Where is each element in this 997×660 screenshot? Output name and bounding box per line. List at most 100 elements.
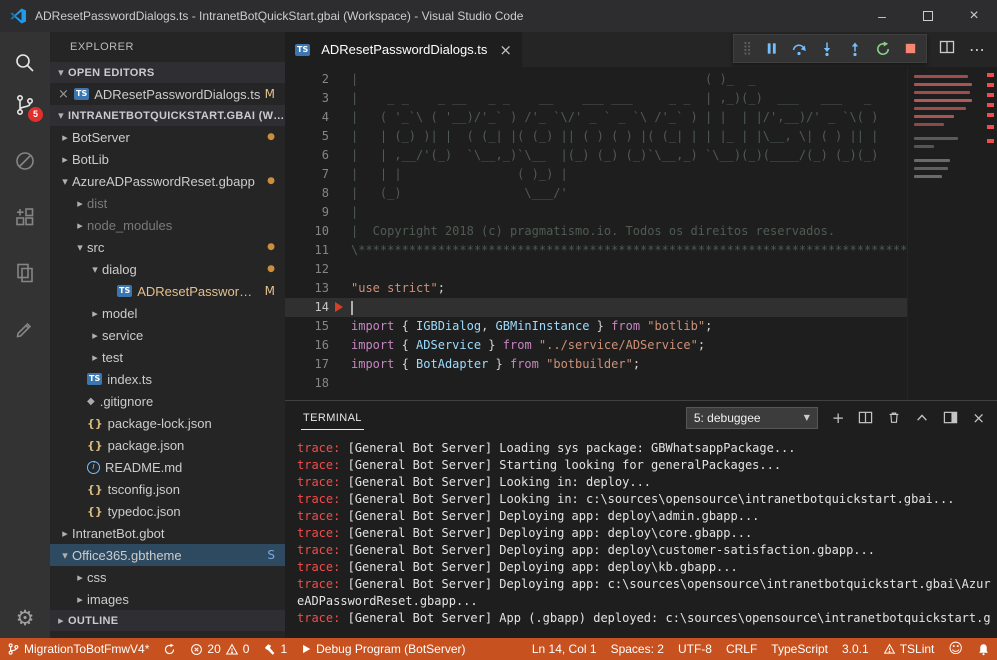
editor-line-7[interactable]: 7| | | ( )_) | | bbox=[285, 165, 997, 184]
stop-button[interactable] bbox=[903, 41, 918, 56]
debug-config-status[interactable]: Debug Program (BotServer) bbox=[294, 638, 472, 660]
new-terminal-button[interactable]: + bbox=[832, 409, 845, 427]
editor-line-18[interactable]: 18 bbox=[285, 374, 997, 393]
tree-item-botlib[interactable]: ▸BotLib bbox=[50, 148, 285, 170]
tree-item-typedoc-json[interactable]: {}typedoc.json bbox=[50, 500, 285, 522]
editor-line-6[interactable]: 6| | ,__/'(_) `\__,_)`\__ |(_) (_) (_)`\… bbox=[285, 146, 997, 165]
step-out-button[interactable] bbox=[847, 41, 863, 57]
tree-item-dist[interactable]: ▸dist bbox=[50, 192, 285, 214]
open-editors-header[interactable]: ▾ OPEN EDITORS bbox=[50, 62, 285, 83]
editor-line-15[interactable]: 15import { IGBDialog, GBMinInstance } fr… bbox=[285, 317, 997, 336]
tab-close-icon[interactable]: × bbox=[499, 41, 512, 59]
split-editor-button[interactable] bbox=[939, 39, 955, 60]
line-number: 6 bbox=[285, 146, 329, 165]
open-editor-item[interactable]: × TS ADResetPasswordDialogs.ts M bbox=[50, 83, 285, 105]
tree-item-src[interactable]: ▾src● bbox=[50, 236, 285, 258]
tslint-status[interactable]: TSLint bbox=[876, 638, 942, 660]
sync-button[interactable] bbox=[156, 638, 183, 660]
edit-icon[interactable] bbox=[1, 308, 49, 350]
tree-item-package-lock-json[interactable]: {}package-lock.json bbox=[50, 412, 285, 434]
settings-gear-icon[interactable]: ⚙ bbox=[16, 606, 35, 630]
eol-status[interactable]: CRLF bbox=[719, 638, 764, 660]
indentation-status[interactable]: Spaces: 2 bbox=[604, 638, 671, 660]
git-branch-status[interactable]: MigrationToBotFmwV4* bbox=[0, 638, 156, 660]
editor-line-10[interactable]: 10| Copyright 2018 (c) pragmatismo.io. T… bbox=[285, 222, 997, 241]
overview-ruler bbox=[975, 67, 997, 400]
editor-line-11[interactable]: 11\*************************************… bbox=[285, 241, 997, 260]
readme-info-icon: i bbox=[87, 461, 100, 474]
workspace-root-header[interactable]: ▾ INTRANETBOTQUICKSTART.GBAI (WORKSPACE) bbox=[50, 105, 285, 126]
editor-line-5[interactable]: 5| | (_) )| | ( (_| |( (_) || ( ) ( ) |(… bbox=[285, 127, 997, 146]
code-editor[interactable]: 2| ( )_ _ |3| _ _ _ __ _ _ __ ___ ___ _ … bbox=[285, 67, 997, 400]
version-status[interactable]: 3.0.1 bbox=[835, 638, 876, 660]
tree-item-botserver[interactable]: ▸BotServer● bbox=[50, 126, 285, 148]
file-label: BotServer bbox=[72, 130, 261, 145]
log-message: [General Bot Server] Looking in: c:\sour… bbox=[340, 492, 954, 506]
encoding-status[interactable]: UTF-8 bbox=[671, 638, 719, 660]
drag-handle[interactable]: ⣿ bbox=[742, 41, 752, 56]
minimize-button[interactable]: – bbox=[859, 0, 905, 32]
tree-item-azureadpasswordreset-gbapp[interactable]: ▾AzureADPasswordReset.gbapp● bbox=[50, 170, 285, 192]
tree-item-model[interactable]: ▸model bbox=[50, 302, 285, 324]
close-panel-button[interactable]: × bbox=[972, 409, 985, 427]
chevron-down-icon: ▾ bbox=[54, 66, 68, 79]
tab-terminal[interactable]: TERMINAL bbox=[301, 406, 364, 430]
editor-line-2[interactable]: 2| ( )_ _ | bbox=[285, 70, 997, 89]
files-icon[interactable] bbox=[1, 252, 49, 294]
tree-item-test[interactable]: ▸test bbox=[50, 346, 285, 368]
restart-button[interactable] bbox=[875, 41, 891, 57]
tree-item-office365-gbtheme[interactable]: ▾Office365.gbthemeS bbox=[50, 544, 285, 566]
editor-line-13[interactable]: 13"use strict"; bbox=[285, 279, 997, 298]
tree-item-readme-md[interactable]: iREADME.md bbox=[50, 456, 285, 478]
tree-item-service[interactable]: ▸service bbox=[50, 324, 285, 346]
notifications-bell-button[interactable] bbox=[970, 638, 997, 660]
problems-status[interactable]: 20 0 bbox=[183, 638, 256, 660]
more-actions-button[interactable]: ⋯ bbox=[969, 40, 985, 59]
tab-adresetpassworddialogs[interactable]: TS ADResetPasswordDialogs.ts × bbox=[285, 32, 522, 67]
tree-item-index-ts[interactable]: TSindex.ts bbox=[50, 368, 285, 390]
tree-item-dialog[interactable]: ▾dialog● bbox=[50, 258, 285, 280]
step-into-button[interactable] bbox=[819, 41, 835, 57]
debug-icon[interactable] bbox=[1, 140, 49, 182]
outline-header[interactable]: ▸ OUTLINE bbox=[50, 610, 285, 631]
editor-line-12[interactable]: 12 bbox=[285, 260, 997, 279]
pause-button[interactable] bbox=[764, 41, 779, 56]
editor-line-17[interactable]: 17import { BotAdapter } from "botbuilder… bbox=[285, 355, 997, 374]
tree-item-adresetpassworddialogs-ts[interactable]: TSADResetPasswordDialogs.tsM bbox=[50, 280, 285, 302]
kill-terminal-button[interactable] bbox=[887, 410, 901, 425]
language-status[interactable]: TypeScript bbox=[764, 638, 835, 660]
feedback-smiley-button[interactable]: ☺ bbox=[941, 638, 970, 660]
terminal-output[interactable]: trace: [General Bot Server] Loading sys … bbox=[285, 434, 997, 638]
tree-item-intranetbot-gbot[interactable]: ▸IntranetBot.gbot bbox=[50, 522, 285, 544]
terminal-instance-select[interactable]: 5: debuggee ▼ bbox=[686, 407, 818, 429]
tree-item-tsconfig-json[interactable]: {}tsconfig.json bbox=[50, 478, 285, 500]
editor-line-9[interactable]: 9| | bbox=[285, 203, 997, 222]
tree-item-node-modules[interactable]: ▸node_modules bbox=[50, 214, 285, 236]
split-terminal-button[interactable] bbox=[858, 410, 873, 425]
step-over-button[interactable] bbox=[791, 41, 807, 57]
tree-item-images[interactable]: ▸images bbox=[50, 588, 285, 610]
extensions-icon[interactable] bbox=[1, 196, 49, 238]
tasks-status[interactable]: 1 bbox=[256, 638, 294, 660]
editor-line-4[interactable]: 4| ( '_`\ ( '__)/'_` ) /'_ `\/' _ ` _ `\… bbox=[285, 108, 997, 127]
editor-line-14[interactable]: 14 bbox=[285, 298, 997, 317]
maximize-button[interactable] bbox=[905, 0, 951, 32]
panel-position-button[interactable] bbox=[943, 410, 958, 425]
search-icon[interactable] bbox=[1, 42, 49, 84]
tree-item--gitignore[interactable]: ◆.gitignore bbox=[50, 390, 285, 412]
log-level-label: trace: bbox=[297, 475, 340, 489]
maximize-panel-button[interactable] bbox=[915, 411, 929, 425]
cursor-position-status[interactable]: Ln 14, Col 1 bbox=[525, 638, 604, 660]
tree-item-package-json[interactable]: {}package.json bbox=[50, 434, 285, 456]
gitignore-icon: ◆ bbox=[87, 396, 95, 407]
source-control-icon[interactable]: 5 bbox=[1, 84, 49, 126]
editor-line-16[interactable]: 16import { ADService } from "../service/… bbox=[285, 336, 997, 355]
minimap[interactable] bbox=[907, 67, 975, 400]
typescript-file-icon: TS bbox=[117, 285, 132, 297]
close-icon[interactable]: × bbox=[58, 87, 74, 102]
editor-line-3[interactable]: 3| _ _ _ __ _ _ __ ___ ___ _ _ | ,_)(_) … bbox=[285, 89, 997, 108]
tree-item-css[interactable]: ▸css bbox=[50, 566, 285, 588]
editor-line-8[interactable]: 8| (_) \___/' | bbox=[285, 184, 997, 203]
log-level-label: trace: bbox=[297, 560, 340, 574]
close-button[interactable]: × bbox=[951, 0, 997, 32]
